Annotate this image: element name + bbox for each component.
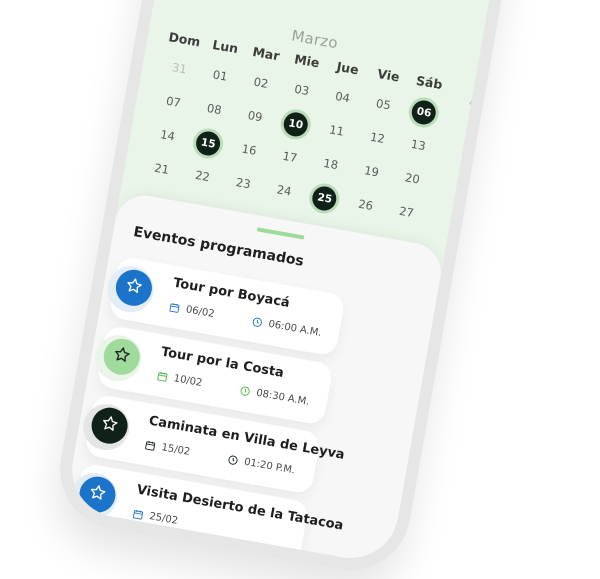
calendar-day[interactable]: 05 bbox=[361, 89, 406, 120]
calendar-day-number: 09 bbox=[246, 108, 264, 125]
calendar-day-number: 26 bbox=[357, 196, 375, 213]
calendar-day[interactable]: 18 bbox=[308, 149, 353, 180]
calendar-day[interactable]: 23 bbox=[221, 168, 266, 199]
weekday-header: Sáb bbox=[415, 72, 444, 93]
weekday-header: Mar bbox=[251, 43, 281, 64]
event-icon-button[interactable] bbox=[113, 266, 155, 309]
calendar-day[interactable]: 14 bbox=[145, 120, 190, 151]
calendar-day[interactable]: 16 bbox=[227, 134, 272, 165]
calendar-day-number: 27 bbox=[398, 203, 415, 221]
calendar-day-number: 15 bbox=[194, 129, 223, 158]
calendar-day[interactable]: 26 bbox=[343, 189, 388, 220]
calendar-day-number: 12 bbox=[369, 129, 386, 146]
event-title: Visita Desierto de la Tatacoa bbox=[135, 482, 345, 534]
calendar-day[interactable]: 13 bbox=[396, 130, 441, 161]
weekday-header: Vie bbox=[376, 65, 401, 85]
star-icon bbox=[87, 482, 109, 507]
calendar-day-selected[interactable]: 10 bbox=[273, 108, 318, 139]
calendar-day[interactable]: 22 bbox=[180, 161, 225, 192]
event-date: 10/02 bbox=[172, 373, 204, 390]
event-meta: 06/02 06:00 A.M. bbox=[168, 301, 322, 339]
calendar-day-number: 23 bbox=[234, 175, 252, 192]
weekday-header: Lun bbox=[211, 36, 240, 57]
weekday-header: Jue bbox=[335, 58, 360, 78]
event-icon-button[interactable] bbox=[76, 473, 119, 516]
calendar-day-number: 08 bbox=[205, 100, 223, 118]
calendar-day-number: 18 bbox=[322, 155, 340, 173]
calendar-day-number: 06 bbox=[410, 98, 438, 127]
calendar-day[interactable]: 02 bbox=[239, 67, 284, 98]
star-icon bbox=[99, 413, 121, 438]
calendar-day-number: 05 bbox=[374, 96, 392, 113]
event-time: 01:20 P.M. bbox=[243, 456, 296, 477]
star-icon bbox=[123, 275, 145, 300]
calendar-day[interactable]: 09 bbox=[233, 101, 278, 132]
calendar-day-number: 02 bbox=[252, 74, 270, 91]
calendar-day[interactable]: 01 bbox=[198, 60, 243, 91]
sheet-drag-handle[interactable] bbox=[256, 227, 305, 240]
calendar-day-number: 04 bbox=[334, 88, 352, 106]
calendar-day-selected[interactable]: 15 bbox=[186, 127, 231, 158]
calendar-day[interactable]: 31 bbox=[157, 53, 202, 84]
calendar-icon bbox=[132, 508, 145, 521]
calendar-day-selected[interactable]: 25 bbox=[302, 182, 347, 213]
calendar-day-number: 01 bbox=[211, 67, 229, 84]
calendar-icon bbox=[156, 370, 169, 383]
event-icon-button[interactable] bbox=[88, 404, 131, 447]
calendar-day-number: 22 bbox=[194, 167, 211, 185]
calendar-day[interactable]: 24 bbox=[262, 175, 307, 206]
calendar-day[interactable]: 19 bbox=[349, 156, 394, 187]
event-time: 08:30 A.M. bbox=[255, 387, 311, 408]
event-date: 25/02 bbox=[148, 511, 179, 527]
calendar-day-number: 17 bbox=[281, 148, 299, 166]
calendar-day-number: 24 bbox=[275, 182, 293, 199]
star-icon bbox=[111, 344, 133, 369]
calendar-day-number: 03 bbox=[293, 81, 311, 99]
calendar-day-selected[interactable]: 06 bbox=[402, 96, 447, 127]
calendar-day[interactable]: 21 bbox=[139, 153, 184, 184]
clock-icon bbox=[239, 385, 252, 398]
calendar-day-number: 31 bbox=[170, 60, 188, 77]
calendar-day-number: 20 bbox=[403, 170, 421, 187]
calendar-day[interactable]: 03 bbox=[279, 75, 324, 106]
event-meta: 10/02 08:30 A.M. bbox=[156, 370, 310, 408]
event-time: 06:00 A.M. bbox=[267, 318, 323, 339]
calendar-icon bbox=[144, 439, 157, 452]
calendar-day[interactable]: 08 bbox=[192, 94, 237, 125]
event-icon-halo bbox=[91, 331, 146, 385]
calendar-day[interactable]: 27 bbox=[384, 197, 429, 228]
calendar-day-number: 07 bbox=[165, 93, 182, 111]
calendar-day-number: 11 bbox=[328, 122, 346, 139]
calendar-day-number: 16 bbox=[240, 141, 258, 158]
clock-icon bbox=[251, 316, 264, 329]
calendar-day-number: 19 bbox=[363, 163, 381, 180]
calendar-day[interactable]: 04 bbox=[320, 82, 365, 113]
event-icon-button[interactable] bbox=[100, 335, 143, 378]
clock-icon bbox=[226, 454, 239, 467]
events-sheet: Eventos programados Tour por Boyacá 06/0… bbox=[57, 190, 446, 579]
weekday-header: Mie bbox=[293, 51, 321, 71]
event-icon-halo bbox=[67, 469, 121, 523]
event-meta: 25/02 bbox=[132, 508, 211, 532]
calendar-day[interactable]: 20 bbox=[390, 163, 435, 194]
next-month-label[interactable]: Ab bbox=[468, 90, 491, 111]
event-icon-halo bbox=[79, 400, 133, 454]
weekday-header: Dom bbox=[167, 29, 202, 50]
event-icon-halo bbox=[103, 262, 158, 316]
phone-frame: Marzo Ab Dom Lun Mar Mie Jue Vie Sáb 31 01 02 03 04… bbox=[50, 0, 524, 579]
calendar-day[interactable]: 12 bbox=[355, 122, 400, 153]
calendar-day-number: 14 bbox=[159, 127, 177, 144]
event-date: 06/02 bbox=[184, 304, 216, 321]
calendar-day[interactable]: 07 bbox=[151, 86, 196, 117]
calendar-day-number: 10 bbox=[281, 110, 310, 139]
calendar-day[interactable]: 11 bbox=[314, 115, 359, 146]
calendar-icon bbox=[168, 301, 181, 314]
calendar-day-number: 13 bbox=[409, 136, 427, 154]
calendar-day-number: 25 bbox=[310, 184, 339, 213]
event-date: 15/02 bbox=[160, 442, 191, 458]
calendar-day[interactable]: 17 bbox=[268, 141, 313, 172]
calendar-day-number: 21 bbox=[153, 160, 171, 177]
